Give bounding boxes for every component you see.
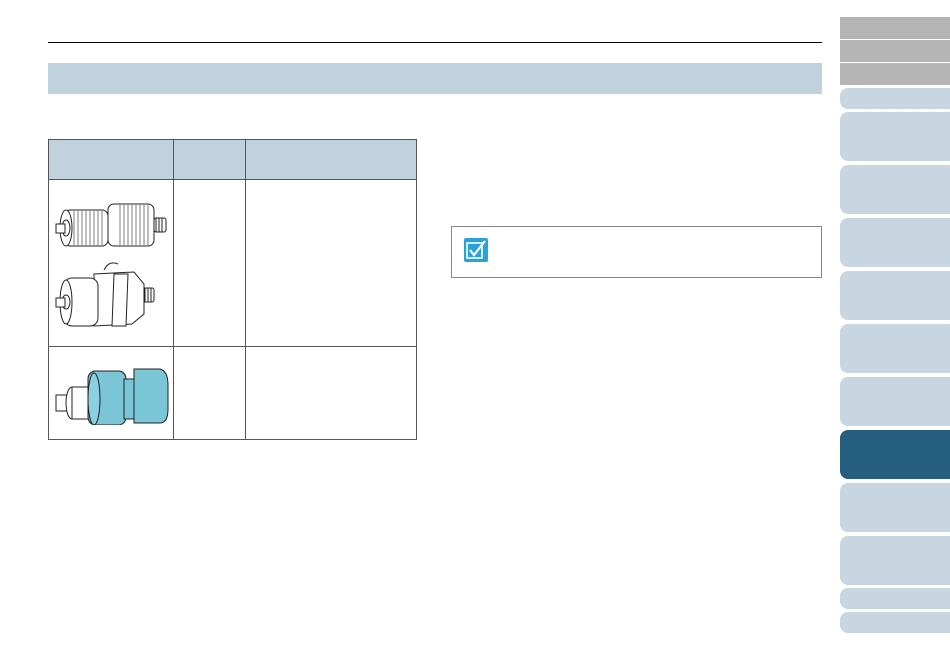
check-icon <box>464 238 488 262</box>
side-nav-tab-11-active[interactable] <box>840 430 950 479</box>
table-divider <box>245 140 246 439</box>
side-nav-tab-1[interactable] <box>840 17 950 39</box>
table-header <box>49 140 416 180</box>
side-nav-tab-6[interactable] <box>840 165 950 214</box>
side-nav-tab-3[interactable] <box>840 63 950 85</box>
hint-box <box>451 226 822 278</box>
blue-roller-image <box>54 365 172 430</box>
side-nav-tab-2[interactable] <box>840 40 950 62</box>
side-nav-tab-12[interactable] <box>840 483 950 532</box>
section-title-bar <box>48 63 822 94</box>
side-nav-tab-13[interactable] <box>840 536 950 585</box>
side-nav-tab-8[interactable] <box>840 271 950 320</box>
side-nav-tab-15[interactable] <box>840 612 950 633</box>
side-nav-tab-10[interactable] <box>840 377 950 426</box>
header-rule <box>48 42 822 43</box>
table-divider <box>173 140 174 439</box>
side-nav-tab-5[interactable] <box>840 112 950 161</box>
side-nav-tab-7[interactable] <box>840 218 950 267</box>
side-nav-tab-9[interactable] <box>840 324 950 373</box>
side-nav-tab-14[interactable] <box>840 588 950 609</box>
table-row-divider <box>49 346 416 347</box>
parts-table <box>48 139 417 440</box>
pick-roller-and-brake-roller-image <box>54 198 172 343</box>
side-nav-tab-4[interactable] <box>840 88 950 109</box>
